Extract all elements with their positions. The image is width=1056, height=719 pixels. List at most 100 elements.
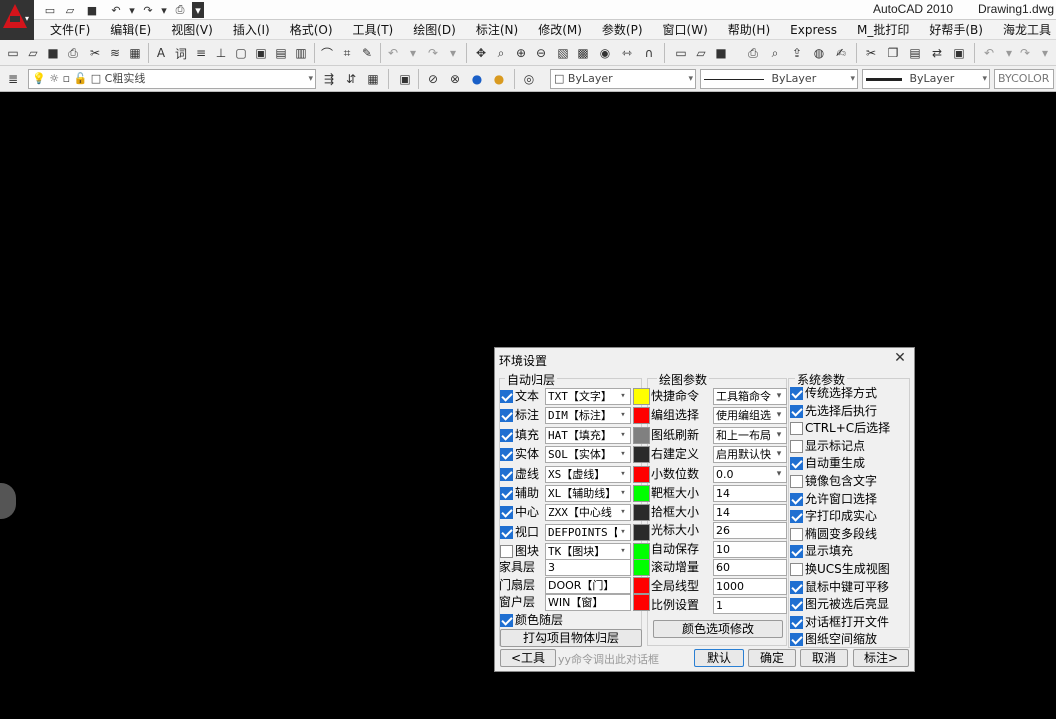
save-icon[interactable]: ■ xyxy=(84,2,100,18)
tool-palette-icon[interactable]: ◉ xyxy=(596,44,614,62)
system-param-checkbox[interactable] xyxy=(790,492,803,506)
linetype-combo[interactable]: ByLayer ▾ xyxy=(700,69,858,89)
ok-button[interactable]: 确定 xyxy=(748,649,796,667)
3d-dwf-icon[interactable]: ◍ xyxy=(810,44,828,62)
redo-icon[interactable]: ↷ xyxy=(424,44,442,62)
draw-param-input[interactable]: 10 xyxy=(713,540,787,558)
close-icon[interactable]: ✕ xyxy=(892,350,908,366)
layer-select[interactable]: XS【虚线】 ▾ xyxy=(545,465,631,483)
menu-view[interactable]: 视图(V) xyxy=(161,20,223,39)
redo-dropdown-icon[interactable]: ▾ xyxy=(156,2,172,18)
menu-helper[interactable]: 好帮手(B) xyxy=(919,20,993,39)
lineweight-combo[interactable]: ByLayer ▾ xyxy=(862,69,990,89)
system-param-checkbox[interactable] xyxy=(790,475,803,488)
plot-preview-icon[interactable]: ⌕ xyxy=(766,44,784,62)
pan-icon[interactable]: ✥ xyxy=(472,44,490,62)
system-param-checkbox[interactable] xyxy=(790,563,803,576)
draw-param-select[interactable]: 使用编组选 ▾ xyxy=(713,407,787,425)
menu-modify[interactable]: 修改(M) xyxy=(528,20,592,39)
draw-param-input[interactable]: 14 xyxy=(713,485,787,502)
layer-color-swatch[interactable] xyxy=(633,407,650,425)
zoom-icon[interactable]: ⌕ xyxy=(492,44,510,62)
design-center-icon[interactable]: ▩ xyxy=(574,44,592,62)
open-icon[interactable]: ▱ xyxy=(62,2,78,18)
layer-select[interactable]: DEFPOINTS【 ▾ xyxy=(545,523,631,541)
layer-color-swatch[interactable] xyxy=(633,594,650,612)
menu-format[interactable]: 格式(O) xyxy=(280,20,343,39)
layer-checkbox[interactable] xyxy=(500,409,513,423)
layer-color-swatch[interactable] xyxy=(633,504,650,522)
open-file-icon[interactable]: ▱ xyxy=(692,44,710,62)
measure-icon[interactable]: ⇿ xyxy=(618,44,636,62)
print-icon[interactable]: ⎙ xyxy=(64,44,82,62)
layer-color-swatch[interactable] xyxy=(633,485,650,502)
zoom-window-icon[interactable]: ⊕ xyxy=(512,44,530,62)
publish-icon[interactable]: ⇪ xyxy=(788,44,806,62)
note-button[interactable]: 标注> xyxy=(853,649,909,667)
plotstyle-combo[interactable]: BYCOLOR xyxy=(994,69,1054,89)
menu-file[interactable]: 文件(F) xyxy=(34,20,100,39)
draw-param-select[interactable]: 和上一布局 ▾ xyxy=(713,426,787,444)
menu-insert[interactable]: 插入(I) xyxy=(223,20,280,39)
layer-states-icon[interactable]: ▦ xyxy=(364,70,382,88)
system-param-checkbox[interactable] xyxy=(790,422,803,436)
plot-icon[interactable]: ⎙ xyxy=(744,44,762,62)
undo-icon[interactable]: ↶ xyxy=(108,2,124,18)
system-param-checkbox[interactable] xyxy=(790,404,803,418)
layer-color-swatch[interactable] xyxy=(633,576,650,594)
layer-select[interactable]: TXT【文字】 ▾ xyxy=(545,388,631,405)
undo-dropdown-icon[interactable]: ▾ xyxy=(404,44,422,62)
color-options-button[interactable]: 颜色选项修改 xyxy=(653,620,783,638)
system-param-checkbox[interactable] xyxy=(790,387,803,400)
undo-icon[interactable]: ↶ xyxy=(980,44,998,62)
layer-previous-icon[interactable]: ⇵ xyxy=(342,70,360,88)
layer-combo[interactable]: 💡 ☼ ▫ 🔓 □ C粗实线 ▾ xyxy=(28,69,316,89)
tools-button[interactable]: <工具 xyxy=(500,649,556,667)
system-param-checkbox[interactable] xyxy=(790,598,803,612)
system-param-checkbox[interactable] xyxy=(790,439,803,453)
hidden-icon[interactable]: ⊗ xyxy=(446,70,464,88)
draw-param-input[interactable]: 1 xyxy=(713,596,787,614)
menu-tools[interactable]: 工具(T) xyxy=(343,20,404,39)
layer-manager-icon[interactable]: ≣ xyxy=(4,70,22,88)
color-fill-icon[interactable]: ▣ xyxy=(252,44,270,62)
layer-checkbox[interactable] xyxy=(500,467,513,481)
draw-param-select[interactable]: 0.0 ▾ xyxy=(713,465,787,483)
undo-dropdown-icon[interactable]: ▾ xyxy=(124,2,140,18)
layer-color-swatch[interactable] xyxy=(633,446,650,464)
system-param-checkbox[interactable] xyxy=(790,545,803,559)
layer-checkbox[interactable] xyxy=(500,487,513,500)
application-menu-button[interactable]: ▾ xyxy=(0,0,34,40)
word-icon[interactable]: 词 xyxy=(172,44,190,62)
layer-checkbox[interactable] xyxy=(500,506,513,520)
system-param-checkbox[interactable] xyxy=(790,527,803,541)
block-editor-icon[interactable]: ▣ xyxy=(950,44,968,62)
menu-edit[interactable]: 编辑(E) xyxy=(100,20,161,39)
redo-dropdown-icon[interactable]: ▾ xyxy=(444,44,462,62)
magnet-icon[interactable]: ∩ xyxy=(640,44,658,62)
menu-parametric[interactable]: 参数(P) xyxy=(592,20,653,39)
match-properties-icon[interactable]: ⇄ xyxy=(928,44,946,62)
layer-stack-icon[interactable]: ≋ xyxy=(106,44,124,62)
image-icon[interactable]: ▥ xyxy=(292,44,310,62)
layer-checkbox[interactable] xyxy=(500,448,513,462)
layer-select[interactable]: XL【辅助线】 ▾ xyxy=(545,485,631,502)
apply-layer-button[interactable]: 打勾项目物体归层 xyxy=(500,629,642,647)
draw-param-input[interactable]: 14 xyxy=(713,503,787,521)
text-layer-input[interactable]: DOOR【门】 xyxy=(545,576,631,594)
new-icon[interactable]: ▭ xyxy=(42,2,58,18)
draw-param-input[interactable]: 26 xyxy=(713,522,787,540)
new-file-icon[interactable]: ▭ xyxy=(672,44,690,62)
text-tool-icon[interactable]: A xyxy=(152,44,170,62)
system-param-checkbox[interactable] xyxy=(790,510,803,524)
save-file-icon[interactable]: ■ xyxy=(712,44,730,62)
layer-color-swatch[interactable] xyxy=(633,426,650,444)
properties-icon[interactable]: ▧ xyxy=(554,44,572,62)
wireframe-icon[interactable]: ⊘ xyxy=(424,70,442,88)
layer-color-swatch[interactable] xyxy=(633,388,650,405)
new-icon[interactable]: ▭ xyxy=(4,44,22,62)
realistic-icon[interactable]: ● xyxy=(468,70,486,88)
layer-select[interactable]: ZXX【中心线 ▾ xyxy=(545,504,631,522)
rectangle-tool-icon[interactable]: ▢ xyxy=(232,44,250,62)
text-layer-input[interactable]: WIN【窗】 xyxy=(545,594,631,612)
